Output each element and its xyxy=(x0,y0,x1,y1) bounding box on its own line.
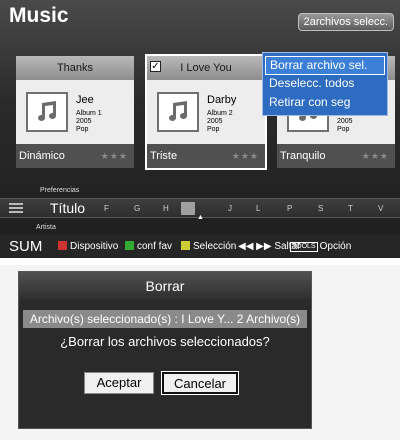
guide-favorites-label: conf fav xyxy=(137,241,173,252)
index-letter[interactable]: J xyxy=(228,204,232,213)
tools-button-icon: TOOLS xyxy=(290,242,318,252)
delete-dialog: Borrar Archivo(s) seleccionado(s) : I Lo… xyxy=(18,271,312,429)
card-artist: Jee xyxy=(76,94,94,106)
dialog-title: Borrar xyxy=(19,272,311,300)
card-rating-stars: ★★★ xyxy=(100,151,128,161)
index-letter[interactable]: L xyxy=(256,204,260,213)
skip-arrows-icon: ◀◀ ▶▶ xyxy=(238,241,272,252)
card-meta: 2005 Pop xyxy=(337,118,353,134)
delete-dialog-screen: Borrar Archivo(s) seleccionado(s) : I Lo… xyxy=(0,265,400,440)
yellow-button-icon xyxy=(181,241,190,250)
sort-option-above[interactable]: Preferencias xyxy=(40,187,79,194)
guide-selection-label: Selección xyxy=(193,241,237,252)
red-button-icon xyxy=(58,241,67,250)
music-note-icon xyxy=(157,92,199,132)
guide-device[interactable]: Dispositivo xyxy=(58,241,118,252)
card-artist: Darby xyxy=(207,94,237,106)
card-title: I Love You xyxy=(147,56,265,80)
options-menu: Borrar archivo sel. Deselecc. todos Reti… xyxy=(262,52,388,116)
card-genre: Pop xyxy=(207,126,220,133)
index-letter[interactable]: V xyxy=(378,204,383,213)
guide-bar: SUM Dispositivo conf fav Selección ◀◀ ▶▶… xyxy=(0,235,400,258)
index-letter[interactable]: F xyxy=(104,204,109,213)
card-title: Thanks xyxy=(16,56,134,80)
guide-tools[interactable]: TOOLS Opción xyxy=(290,241,351,252)
checkbox-checked-icon[interactable]: ✓ xyxy=(150,61,161,72)
selected-count-badge: 2archivos selecc. xyxy=(297,13,394,31)
card-meta: Album 2 2005 Pop xyxy=(207,110,233,134)
music-browser-screen: Music 2archivos selecc. Thanks Jee Album… xyxy=(0,0,400,258)
accept-button[interactable]: Aceptar xyxy=(84,372,154,394)
card-album: Album 2 xyxy=(207,110,233,117)
card-year: 2005 xyxy=(337,118,353,125)
menu-item-safe-remove[interactable]: Retirar con seg xyxy=(265,94,385,113)
index-letter[interactable]: S xyxy=(318,204,323,213)
card-year: 2005 xyxy=(76,118,92,125)
card-rating-stars: ★★★ xyxy=(361,151,389,161)
music-card-thanks[interactable]: Thanks Jee Album 1 2005 Pop Dinámico ★★★ xyxy=(16,56,134,168)
guide-device-label: Dispositivo xyxy=(70,241,119,252)
menu-item-deselect-all[interactable]: Deselecc. todos xyxy=(265,75,385,94)
card-genre: Pop xyxy=(337,126,350,133)
sort-option-below[interactable]: Artista xyxy=(36,224,56,231)
music-note-icon xyxy=(26,92,68,132)
card-year: 2005 xyxy=(207,118,223,125)
sum-label: SUM xyxy=(9,238,43,255)
music-card-i-love-you[interactable]: I Love You ✓ Darby Album 2 2005 Pop Tris… xyxy=(145,54,267,170)
guide-selection[interactable]: Selección xyxy=(181,241,236,252)
index-letter[interactable]: G xyxy=(134,204,140,213)
dialog-info: Archivo(s) seleccionado(s) : I Love Y...… xyxy=(23,310,307,328)
dialog-question: ¿Borrar los archivos seleccionados? xyxy=(60,334,270,349)
page-title: Music xyxy=(9,4,69,27)
cancel-button[interactable]: Cancelar xyxy=(161,371,239,395)
list-view-icon xyxy=(9,203,23,213)
card-album: Album 1 xyxy=(76,110,102,117)
card-rating-stars: ★★★ xyxy=(231,151,259,161)
guide-option-label: Opción xyxy=(319,241,352,252)
index-letter[interactable]: H xyxy=(163,204,169,213)
sort-current[interactable]: Título xyxy=(50,200,85,216)
card-meta: Album 1 2005 Pop xyxy=(76,110,102,134)
index-pointer-icon: ▲ xyxy=(197,214,204,221)
index-cursor xyxy=(181,202,195,215)
guide-favorites[interactable]: conf fav xyxy=(125,241,172,252)
index-letter[interactable]: P xyxy=(287,204,292,213)
card-genre: Pop xyxy=(76,126,89,133)
green-button-icon xyxy=(125,241,134,250)
index-letter[interactable]: T xyxy=(348,204,353,213)
menu-item-delete-selected[interactable]: Borrar archivo sel. xyxy=(265,56,385,75)
